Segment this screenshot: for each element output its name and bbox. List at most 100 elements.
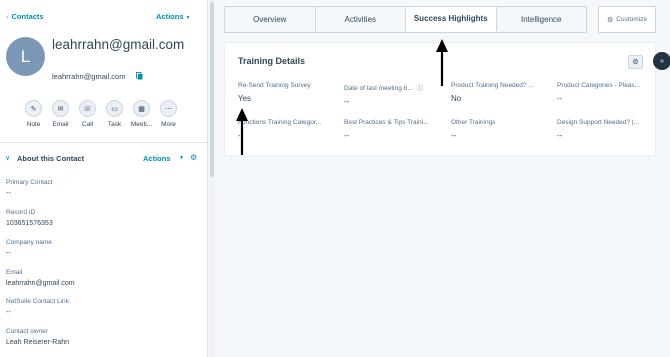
quick-action-note[interactable]: ✎ Note <box>20 100 47 128</box>
copy-icon[interactable] <box>136 72 143 80</box>
field-label: Best Practices & Tips Traini... <box>344 119 429 126</box>
calendar-icon[interactable]: ▦ <box>133 100 150 117</box>
field-value: -- <box>344 131 350 140</box>
quick-action-label: Email <box>52 121 69 128</box>
back-link-label: Contacts <box>11 12 44 21</box>
field-value: Yes <box>238 94 252 103</box>
quick-action-more[interactable]: ⋯ More <box>155 100 182 128</box>
field-value: No <box>451 94 462 103</box>
avatar-initial: L <box>20 46 31 66</box>
property-company-name[interactable]: Company name -- <box>6 239 201 257</box>
field-resend-training-survey[interactable]: Re-Send Training Survey Yes <box>238 82 336 103</box>
caret-down-icon[interactable]: ▼ <box>179 155 184 161</box>
field-label: Other Trainings <box>451 119 496 126</box>
property-label: Primary Contact <box>6 179 53 186</box>
caret-down-icon: ▼ <box>185 15 191 21</box>
field-label: Date of last meeting b... ⓘ <box>344 82 442 92</box>
quick-action-task[interactable]: ▭ Task <box>101 100 128 128</box>
field-label: Re-Send Training Survey <box>238 82 311 89</box>
quick-action-label: More <box>161 121 176 128</box>
quick-action-calendar[interactable]: ▦ Meeti... <box>128 100 155 128</box>
expand-panel-button[interactable]: » <box>653 52 670 70</box>
field-functions-training-category[interactable]: Functions Training Categor... -- <box>238 119 336 140</box>
property-contact-owner[interactable]: Contact owner Leah Reiserer-Rahn <box>6 328 201 346</box>
field-label: Design Support Needed? (... <box>557 119 640 126</box>
quick-action-phone[interactable]: ☏ Call <box>74 100 101 128</box>
property-label: Contact owner <box>6 328 48 335</box>
property-value: Leah Reiserer-Rahn <box>6 339 70 346</box>
info-icon[interactable]: ⓘ <box>417 82 424 92</box>
gear-icon: ⚙ <box>632 59 639 66</box>
about-actions-button[interactable]: Actions <box>143 154 171 163</box>
quick-action-label: Call <box>81 121 94 128</box>
property-value: leahrrahn@gmail.com <box>6 280 75 287</box>
gear-icon[interactable]: ⚙ <box>190 153 197 162</box>
field-design-support-needed[interactable]: Design Support Needed? (... -- <box>557 119 655 140</box>
task-icon[interactable]: ▭ <box>106 100 123 117</box>
contact-email: leahrrahn@gmail.com <box>52 72 126 81</box>
field-label-text: Date of last meeting b... <box>344 85 413 92</box>
field-product-training-needed[interactable]: Product Training Needed? ... No <box>451 82 549 103</box>
customize-button[interactable]: ⚙ Customize <box>598 6 656 33</box>
tab-success-highlights[interactable]: Success Highlights <box>406 7 497 32</box>
tab-intelligence[interactable]: Intelligence <box>497 7 587 32</box>
tab-overview[interactable]: Overview <box>225 7 316 32</box>
field-value: -- <box>344 97 350 106</box>
email-icon[interactable]: ✉ <box>52 100 69 117</box>
card-settings-button[interactable]: ⚙ <box>628 55 643 69</box>
property-value: 103651576353 <box>6 220 53 227</box>
property-email[interactable]: Email leahrrahn@gmail.com <box>6 269 201 287</box>
annotation-arrow-up-icon <box>236 108 248 155</box>
card-title: Training Details <box>238 56 306 66</box>
quick-action-email[interactable]: ✉ Email <box>47 100 74 128</box>
double-chevron-right-icon: » <box>660 57 664 65</box>
field-value: -- <box>451 131 457 140</box>
field-other-trainings[interactable]: Other Trainings -- <box>451 119 549 140</box>
quick-action-label: Meeti... <box>130 121 153 128</box>
quick-action-label: Note <box>26 121 41 128</box>
scrollbar-thumb[interactable] <box>210 2 214 177</box>
property-primary-contact[interactable]: Primary Contact -- <box>6 179 201 197</box>
sidebar-scrollbar[interactable] <box>209 0 215 357</box>
property-value: -- <box>6 309 11 316</box>
field-value: -- <box>557 131 563 140</box>
chevron-left-icon: ‹ <box>6 12 9 21</box>
customize-label: Customize <box>616 16 647 23</box>
avatar: L <box>6 37 45 76</box>
more-icon[interactable]: ⋯ <box>160 100 177 117</box>
gear-icon: ⚙ <box>607 16 614 24</box>
property-value: -- <box>6 250 11 257</box>
property-label: Company name <box>6 239 52 246</box>
about-section-header[interactable]: ∨ About this Contact Actions ▼ ⚙ <box>0 151 207 165</box>
property-value: -- <box>6 190 11 197</box>
contact-actions-label: Actions <box>156 12 184 21</box>
field-label: Product Categories - Pleas... <box>557 82 641 89</box>
quick-actions: ✎ Note ✉ Email ☏ Call ▭ Task ▦ Meeti... ⋯ More <box>20 100 182 128</box>
quick-action-label: Task <box>107 121 122 128</box>
back-to-contacts-link[interactable]: ‹ Contacts <box>6 12 44 21</box>
chevron-down-icon[interactable]: ∨ <box>5 154 10 162</box>
property-label: NetSuite Contact Link <box>6 298 69 305</box>
contact-sidebar: ‹ Contacts Actions ▼ L leahrrahn@gmail.com… <box>0 0 208 357</box>
field-product-categories[interactable]: Product Categories - Pleas... -- <box>557 82 655 103</box>
contact-name: leahrrahn@gmail.com <box>52 37 185 52</box>
field-label: Product Training Needed? ... <box>451 82 534 89</box>
annotation-arrow-up-icon <box>436 39 448 86</box>
contact-actions-button[interactable]: Actions ▼ <box>156 12 190 21</box>
sidebar-topbar: ‹ Contacts Actions ▼ <box>0 9 207 23</box>
field-label: Functions Training Categor... <box>238 119 322 126</box>
field-date-of-last-meeting[interactable]: Date of last meeting b... ⓘ -- <box>344 82 442 106</box>
field-value: -- <box>557 94 563 103</box>
about-section-title: About this Contact <box>17 154 85 163</box>
phone-icon[interactable]: ☏ <box>79 100 96 117</box>
field-best-practices-tips-training[interactable]: Best Practices & Tips Traini... -- <box>344 119 442 140</box>
property-label: Record ID <box>6 209 36 216</box>
note-icon[interactable]: ✎ <box>25 100 42 117</box>
property-label: Email <box>6 269 23 276</box>
record-tabs: Overview Activities Success Highlights I… <box>224 6 587 33</box>
field-value: -- <box>238 131 244 140</box>
tab-activities[interactable]: Activities <box>316 7 406 32</box>
property-record-id[interactable]: Record ID 103651576353 <box>6 209 201 227</box>
property-netsuite-link[interactable]: NetSuite Contact Link -- <box>6 298 201 316</box>
divider <box>0 142 207 143</box>
